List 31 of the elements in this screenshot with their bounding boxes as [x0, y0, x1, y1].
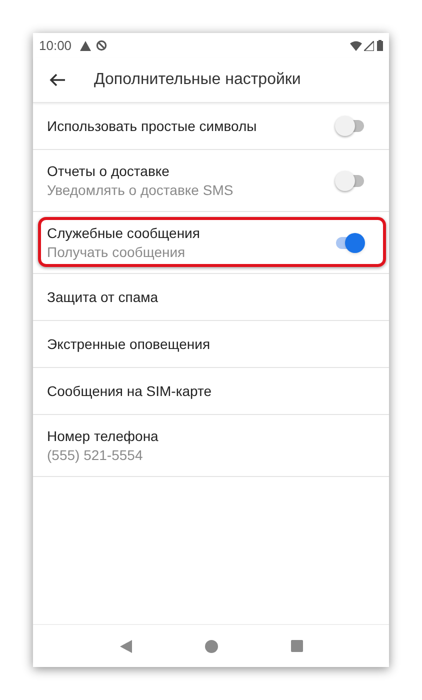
setting-summary: Уведомлять о доставке SMS — [47, 181, 234, 200]
back-arrow-icon — [49, 73, 65, 87]
setting-title: Сообщения на SIM-карте — [47, 382, 213, 401]
settings-row[interactable]: Сообщения на SIM-карте — [33, 368, 389, 415]
status-time: 10:00 — [39, 36, 72, 55]
back-nav-icon[interactable] — [120, 640, 132, 652]
data-saver-icon — [96, 40, 107, 51]
settings-row[interactable]: Защита от спама — [33, 274, 389, 321]
signal-icon — [364, 40, 374, 50]
settings-row[interactable]: Использовать простые символы — [33, 103, 389, 150]
setting-summary: (555) 521-5554 — [47, 446, 144, 465]
toggle-switch[interactable] — [335, 116, 365, 136]
setting-title: Экстренные оповещения — [47, 335, 212, 354]
setting-title: Использовать простые символы — [47, 117, 258, 136]
setting-title: Номер телефона — [47, 427, 160, 446]
settings-row[interactable]: Отчеты о доставке Уведомлять о доставке SMS — [33, 150, 389, 212]
toggle-switch[interactable] — [335, 232, 365, 252]
setting-summary: Получать сообщения — [47, 243, 186, 262]
battery-icon — [377, 40, 383, 51]
home-nav-icon[interactable] — [204, 640, 218, 652]
wifi-icon — [350, 40, 362, 50]
recents-nav-icon[interactable] — [290, 640, 302, 652]
warning-icon — [80, 40, 91, 50]
settings-row[interactable]: Экстренные оповещения — [33, 321, 389, 368]
setting-title: Отчеты о доставке — [47, 162, 170, 181]
setting-title: Защита от спама — [47, 288, 160, 307]
toggle-switch[interactable] — [335, 170, 365, 190]
settings-row[interactable]: Служебные сообщения Получать сообщения — [33, 212, 389, 274]
setting-title: Служебные сообщения — [47, 224, 201, 243]
screen-title: Дополнительные настройки — [94, 70, 301, 90]
settings-row[interactable]: Номер телефона (555) 521-5554 — [33, 415, 389, 477]
